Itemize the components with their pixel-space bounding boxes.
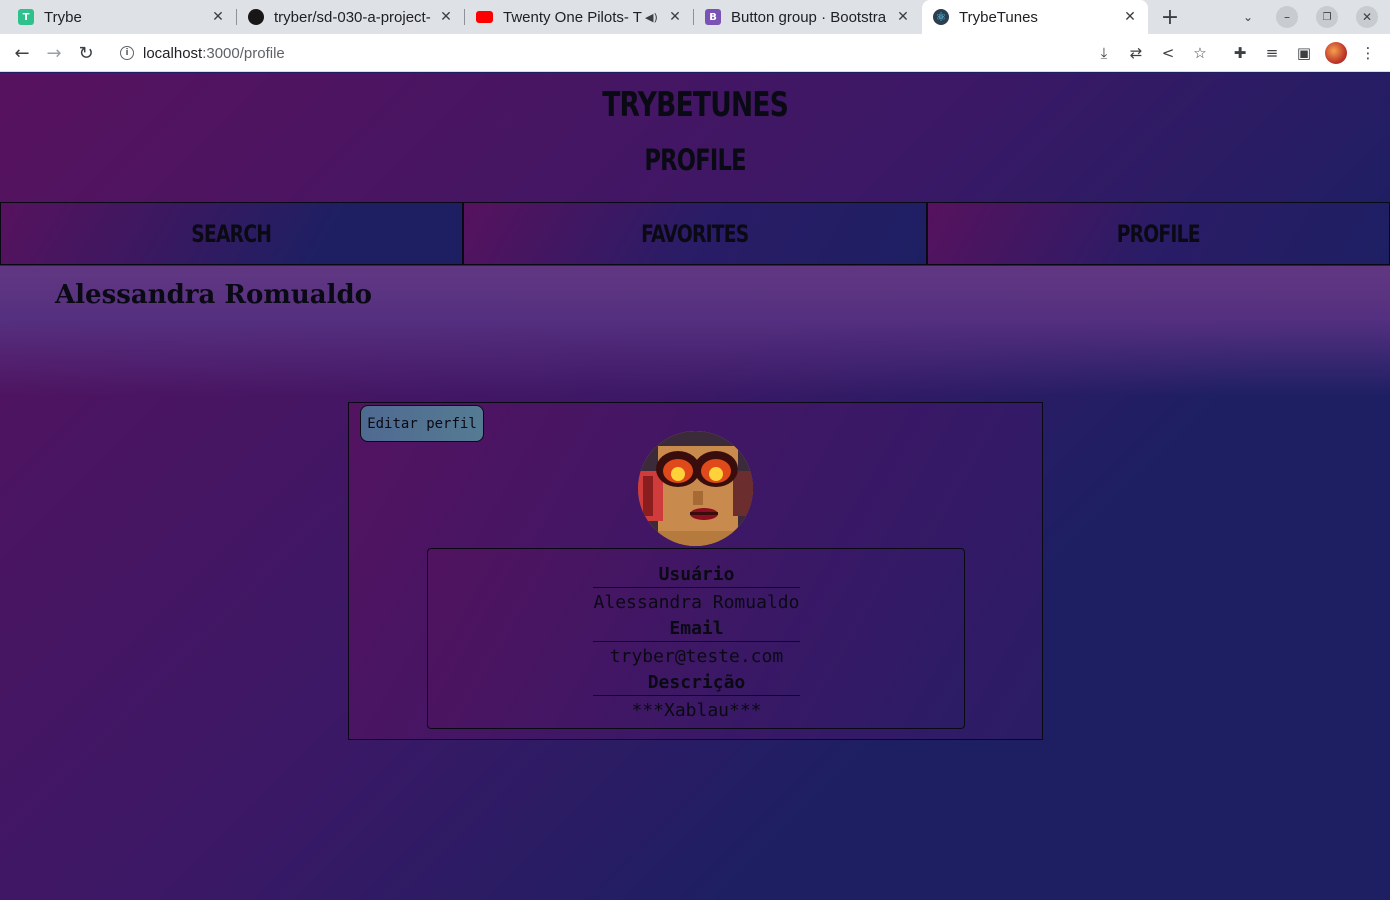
url-path: :3000/profile <box>202 44 285 62</box>
tab-title: tryber/sd-030-a-project- <box>274 8 431 26</box>
email-label: Email <box>593 617 800 642</box>
description-value: ***Xablau*** <box>631 700 762 721</box>
app-header: TrybeTunes <box>0 85 1390 125</box>
nav-link-search[interactable]: Search <box>0 202 464 265</box>
back-icon[interactable]: ← <box>10 41 34 65</box>
media-control-icon[interactable]: ≡ <box>1262 43 1282 63</box>
browser-tab-github[interactable]: tryber/sd-030-a-project- ✕ <box>237 0 464 34</box>
logged-user-name: Alessandra Romualdo <box>55 280 373 310</box>
page-heading: Profile <box>0 143 1390 177</box>
url-host: localhost <box>143 44 203 62</box>
tab-title: TrybeTunes <box>959 8 1038 26</box>
browser-toolbar: ← → ↻ i localhost:3000/profile ⤓ ⇄ < ☆ ✚… <box>0 34 1390 72</box>
user-header: Alessandra Romualdo <box>0 266 1390 396</box>
browser-tab-youtube[interactable]: Twenty One Pilots- T ◀) ✕ <box>465 0 693 34</box>
profile-info-box: Usuário Alessandra Romualdo Email tryber… <box>427 548 965 729</box>
nav-link-profile[interactable]: Profile <box>926 202 1390 265</box>
nav-link-label: Profile <box>1116 219 1201 248</box>
trybe-icon: T <box>18 9 34 25</box>
minimize-icon[interactable]: – <box>1276 6 1298 28</box>
close-icon[interactable]: ✕ <box>1122 9 1138 25</box>
browser-tab-bootstrap[interactable]: B Button group · Bootstra ✕ <box>694 0 921 34</box>
youtube-icon <box>476 11 493 23</box>
close-icon[interactable]: ✕ <box>210 9 226 25</box>
profile-avatar-icon[interactable] <box>1325 42 1347 64</box>
nav-link-label: Search <box>191 219 273 248</box>
close-icon[interactable]: ✕ <box>895 9 911 25</box>
tab-title: Twenty One Pilots- T <box>503 8 642 26</box>
user-label: Usuário <box>593 563 800 588</box>
url-text: localhost:3000/profile <box>143 45 285 62</box>
app-title: TrybeTunes <box>602 85 789 125</box>
address-bar[interactable]: i localhost:3000/profile <box>108 38 1228 68</box>
browser-tab-trybe[interactable]: T Trybe ✕ <box>0 0 236 34</box>
tab-title: Button group · Bootstra <box>731 8 887 26</box>
github-icon <box>248 9 264 25</box>
browser-tab-bar: T Trybe ✕ tryber/sd-030-a-project- ✕ Twe… <box>0 0 1390 34</box>
close-icon[interactable]: ✕ <box>438 9 454 25</box>
install-icon[interactable]: ⤓ <box>1094 43 1114 63</box>
description-label: Descrição <box>593 671 800 696</box>
tab-search-icon[interactable]: ⌄ <box>1237 6 1259 28</box>
page-content: TrybeTunes Profile Search Favorites Prof… <box>0 73 1390 900</box>
extensions-icon[interactable]: ✚ <box>1230 43 1250 63</box>
nav-link-favorites[interactable]: Favorites <box>463 202 927 265</box>
page-title: Profile <box>644 143 746 177</box>
tab-title: Trybe <box>44 8 82 26</box>
profile-card: Editar perfil Usuário Alessandra Romuald… <box>348 402 1043 740</box>
bookmark-star-icon[interactable]: ☆ <box>1190 43 1210 63</box>
share-icon[interactable]: < <box>1158 43 1178 63</box>
translate-icon[interactable]: ⇄ <box>1126 43 1146 63</box>
browser-tab-trybetunes[interactable]: ⚛ TrybeTunes ✕ <box>922 0 1148 34</box>
main-nav: Search Favorites Profile <box>0 202 1390 265</box>
bootstrap-icon: B <box>705 9 721 25</box>
restore-icon[interactable]: ❐ <box>1316 6 1338 28</box>
react-icon: ⚛ <box>933 9 949 25</box>
profile-picture-illustration <box>638 431 753 546</box>
close-window-icon[interactable]: ✕ <box>1356 6 1378 28</box>
menu-icon[interactable]: ⋮ <box>1358 43 1378 63</box>
forward-icon[interactable]: → <box>42 41 66 65</box>
site-info-icon[interactable]: i <box>120 46 134 60</box>
new-tab-icon[interactable]: + <box>1159 5 1181 30</box>
reload-icon[interactable]: ↻ <box>74 41 98 65</box>
email-value: tryber@teste.com <box>609 646 784 667</box>
side-panel-icon[interactable]: ▣ <box>1294 43 1314 63</box>
nav-link-label: Favorites <box>641 219 749 248</box>
profile-picture <box>638 431 753 546</box>
user-value: Alessandra Romualdo <box>593 592 800 613</box>
edit-profile-button[interactable]: Editar perfil <box>360 405 484 442</box>
speaker-icon[interactable]: ◀) <box>645 11 661 24</box>
profile-info-list: Usuário Alessandra Romualdo Email tryber… <box>593 563 800 725</box>
close-icon[interactable]: ✕ <box>667 9 683 25</box>
